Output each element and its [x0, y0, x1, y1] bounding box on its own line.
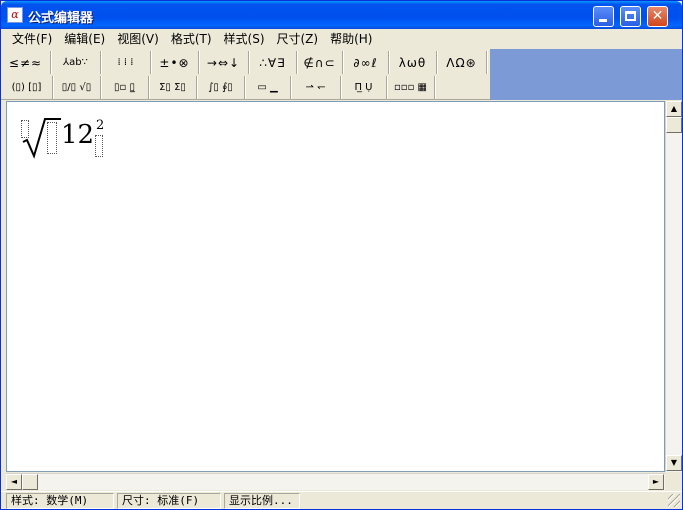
- integral-templates-button[interactable]: ∫▯ ∮▯: [197, 76, 245, 99]
- spaces-ellipses-button[interactable]: ⅄ab∵: [51, 51, 101, 74]
- maximize-icon: [625, 11, 636, 21]
- status-zoom: 显示比例...: [224, 493, 300, 509]
- maximize-button[interactable]: [620, 6, 641, 27]
- relational-symbols-button[interactable]: ≤≠≈: [1, 51, 51, 74]
- embellishments-button[interactable]: ⁞ ⁞ ⁞: [101, 51, 151, 74]
- formula-base-number[interactable]: 12: [61, 121, 94, 149]
- scroll-up-button[interactable]: ▲: [666, 101, 682, 117]
- window-title: 公式编辑器: [28, 11, 94, 26]
- subscript-superscript-templates-button[interactable]: ▯▫ ▯̲: [101, 76, 149, 99]
- horizontal-scroll-thumb[interactable]: [22, 474, 38, 490]
- resize-grip[interactable]: [668, 494, 680, 507]
- operator-symbols-button[interactable]: ±•⊗: [151, 51, 199, 74]
- radicand-slot[interactable]: [47, 122, 57, 154]
- status-bar: 样式: 数学(M) 尺寸: 标准(F) 显示比例...: [1, 491, 682, 509]
- arrow-left-icon: ◄: [10, 477, 18, 486]
- arrow-down-icon: ▼: [670, 458, 678, 467]
- logical-symbols-button[interactable]: ∴∀∃: [249, 51, 297, 74]
- matrix-templates-button[interactable]: ▫▫▫ ▦: [387, 76, 435, 99]
- menu-style[interactable]: 样式(S): [218, 29, 271, 48]
- subscript-slot[interactable]: [95, 135, 103, 157]
- minimize-icon: [599, 19, 607, 22]
- formula-editing-area[interactable]: 12 2: [6, 101, 665, 472]
- template-palette-row: (▯) [▯] ▯/▯ √▯ ▯▫ ▯̲ Σ▯ Σ▯ ∫▯ ∮▯ ▭ ▁ ⇀ ↽…: [1, 75, 435, 100]
- product-set-templates-button[interactable]: Π̲ Ụ: [341, 76, 387, 99]
- status-size: 尺寸: 标准(F): [117, 493, 221, 509]
- scrollbar-corner: [665, 473, 682, 490]
- equation-editor-window: α 公式编辑器 ✕ 文件(F) 编辑(E) 视图(V) 格式(T) 样式(S) …: [0, 0, 683, 510]
- vertical-scroll-thumb[interactable]: [666, 117, 682, 133]
- formula-superscript[interactable]: 2: [96, 119, 104, 133]
- menu-format[interactable]: 格式(T): [165, 29, 218, 48]
- menu-size[interactable]: 尺寸(Z): [271, 29, 325, 48]
- menu-view[interactable]: 视图(V): [111, 29, 165, 48]
- menu-help[interactable]: 帮助(H): [324, 29, 378, 48]
- menu-edit[interactable]: 编辑(E): [58, 29, 111, 48]
- menu-bar: 文件(F) 编辑(E) 视图(V) 格式(T) 样式(S) 尺寸(Z) 帮助(H…: [1, 29, 682, 48]
- status-style: 样式: 数学(M): [6, 493, 114, 509]
- arrow-right-icon: ►: [652, 477, 660, 486]
- app-icon[interactable]: α: [7, 7, 23, 23]
- summation-templates-button[interactable]: Σ▯ Σ▯: [149, 76, 197, 99]
- labeled-arrow-templates-button[interactable]: ⇀ ↽: [291, 76, 341, 99]
- arrow-up-icon: ▲: [670, 104, 678, 113]
- close-icon: ✕: [651, 8, 664, 24]
- greek-lowercase-button[interactable]: λωθ: [389, 51, 437, 74]
- title-bar[interactable]: α 公式编辑器 ✕: [1, 1, 682, 29]
- fence-templates-button[interactable]: (▯) [▯]: [1, 76, 53, 99]
- horizontal-scrollbar[interactable]: ◄ ►: [6, 473, 665, 490]
- scroll-left-button[interactable]: ◄: [6, 474, 22, 490]
- symbol-palette-row: ≤≠≈ ⅄ab∵ ⁞ ⁞ ⁞ ±•⊗ →⇔↓ ∴∀∃ ∉∩⊂ ∂∞ℓ λωθ Λ…: [1, 50, 487, 75]
- scroll-down-button[interactable]: ▼: [666, 455, 682, 471]
- close-button[interactable]: ✕: [647, 6, 668, 27]
- set-theory-symbols-button[interactable]: ∉∩⊂: [297, 51, 343, 74]
- misc-symbols-button[interactable]: ∂∞ℓ: [343, 51, 389, 74]
- minimize-button[interactable]: [593, 6, 614, 27]
- underbar-overbar-templates-button[interactable]: ▭ ▁: [245, 76, 291, 99]
- fraction-radical-templates-button[interactable]: ▯/▯ √▯: [53, 76, 101, 99]
- greek-uppercase-button[interactable]: ΛΩ⊛: [437, 51, 487, 74]
- equation-toolbar: ≤≠≈ ⅄ab∵ ⁞ ⁞ ⁞ ±•⊗ →⇔↓ ∴∀∃ ∉∩⊂ ∂∞ℓ λωθ Λ…: [1, 49, 490, 100]
- scroll-right-button[interactable]: ►: [648, 474, 664, 490]
- arrow-symbols-button[interactable]: →⇔↓: [199, 51, 249, 74]
- vertical-scrollbar[interactable]: ▲ ▼: [665, 101, 682, 472]
- toolbar-area: ≤≠≈ ⅄ab∵ ⁞ ⁞ ⁞ ±•⊗ →⇔↓ ∴∀∃ ∉∩⊂ ∂∞ℓ λωθ Λ…: [1, 49, 682, 100]
- menu-file[interactable]: 文件(F): [6, 29, 58, 48]
